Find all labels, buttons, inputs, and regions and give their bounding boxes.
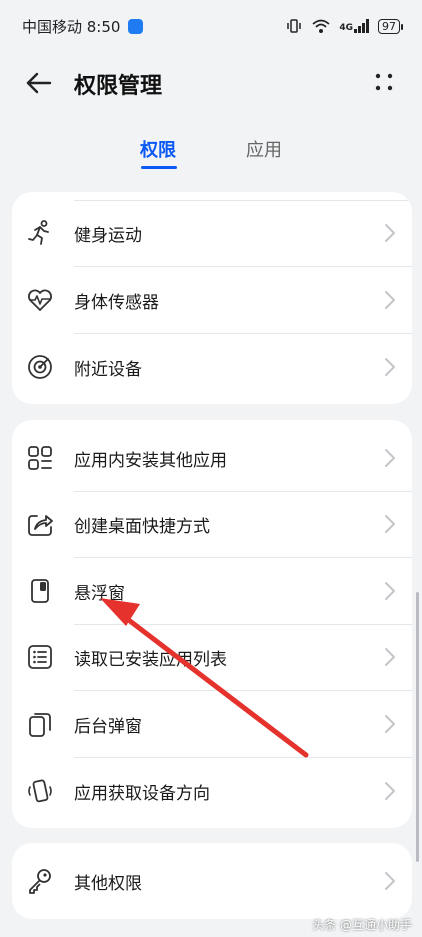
permission-item-installed-apps-list[interactable]: 读取已安装应用列表	[12, 624, 412, 690]
chevron-right-icon	[385, 515, 395, 533]
permission-item-device-orientation[interactable]: 应用获取设备方向	[12, 758, 412, 824]
permission-label: 读取已安装应用列表	[74, 649, 227, 670]
nearby-radar-icon	[28, 355, 52, 379]
tab-bar: 权限 应用	[0, 128, 422, 178]
permission-item-floating-window[interactable]: 悬浮窗	[12, 558, 412, 624]
list-icon	[28, 645, 52, 669]
permission-label: 附近设备	[74, 359, 142, 380]
carrier-time: 中国移动 8:50	[22, 17, 121, 36]
permission-item-shortcut[interactable]: 创建桌面快捷方式	[12, 491, 412, 557]
permission-label: 应用获取设备方向	[74, 783, 210, 804]
permission-label: 身体传感器	[74, 292, 159, 313]
permission-label: 创建桌面快捷方式	[74, 516, 210, 537]
permission-label: 后台弹窗	[74, 716, 142, 737]
status-bar: 中国移动 8:50 4G 97	[0, 0, 422, 52]
network-type: 4G	[339, 23, 353, 33]
chevron-right-icon	[385, 449, 395, 467]
chevron-right-icon	[385, 648, 395, 666]
permission-item-nearby-devices[interactable]: 附近设备	[12, 334, 412, 400]
permission-label: 其他权限	[74, 873, 142, 894]
chevron-right-icon	[385, 782, 395, 800]
chevron-right-icon	[385, 224, 395, 242]
battery-indicator: 97	[378, 18, 403, 34]
permission-item-other[interactable]: 其他权限	[12, 848, 412, 914]
background-popup-icon	[29, 713, 51, 737]
device-rotation-icon	[28, 779, 52, 803]
app-notification-icon	[128, 18, 144, 34]
permission-group-2: 应用内安装其他应用 创建桌面快捷方式 悬浮窗 读取已安装应用列表 后台弹窗 应用…	[12, 420, 412, 828]
tab-permissions[interactable]: 权限	[140, 136, 176, 162]
page-title: 权限管理	[74, 74, 163, 99]
vibrate-icon	[287, 19, 302, 33]
scrollbar[interactable]	[416, 592, 419, 862]
chevron-right-icon	[385, 872, 395, 890]
back-arrow-icon[interactable]	[24, 68, 54, 98]
shortcut-share-icon	[28, 515, 53, 536]
chevron-right-icon	[385, 291, 395, 309]
signal-icon	[354, 19, 369, 33]
chevron-right-icon	[385, 582, 395, 600]
wifi-icon	[312, 19, 330, 33]
watermark: 头条 @互通小助手	[312, 918, 412, 932]
running-icon	[28, 220, 49, 245]
status-left: 中国移动 8:50	[22, 16, 144, 37]
chevron-right-icon	[385, 358, 395, 376]
chevron-right-icon	[385, 715, 395, 733]
permission-item-background-popup[interactable]: 后台弹窗	[12, 691, 412, 757]
app-grid-icon	[28, 446, 52, 470]
permission-item-fitness[interactable]: 健身运动	[12, 200, 412, 266]
permission-label: 悬浮窗	[74, 583, 125, 604]
permission-group-1: 健身运动 身体传感器 附近设备	[12, 192, 412, 404]
more-options-icon[interactable]	[372, 70, 396, 94]
permission-item-install-apps[interactable]: 应用内安装其他应用	[12, 425, 412, 491]
status-right: 4G 97	[285, 18, 403, 34]
permission-group-3: 其他权限	[12, 843, 412, 919]
floating-window-icon	[31, 579, 49, 603]
permission-label: 健身运动	[74, 225, 142, 246]
permission-item-body-sensors[interactable]: 身体传感器	[12, 267, 412, 333]
tab-apps[interactable]: 应用	[246, 136, 282, 162]
active-tab-indicator	[141, 166, 177, 169]
permission-label: 应用内安装其他应用	[74, 450, 227, 471]
key-icon	[29, 869, 51, 894]
title-bar: 权限管理	[0, 52, 422, 112]
heart-pulse-icon	[28, 289, 52, 311]
